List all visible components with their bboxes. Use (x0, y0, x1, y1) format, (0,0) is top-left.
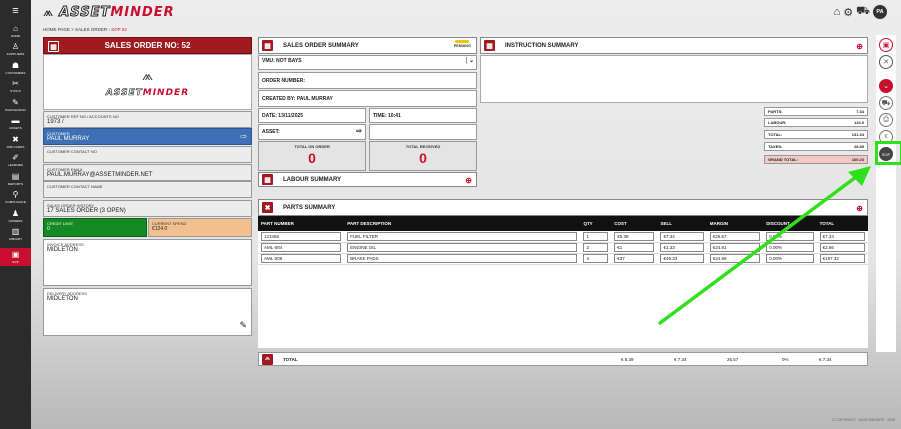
copyright-text: © COPYRIGHT · ASSETMINDER · 2025 (831, 418, 895, 422)
pointer-arrow (658, 166, 871, 325)
